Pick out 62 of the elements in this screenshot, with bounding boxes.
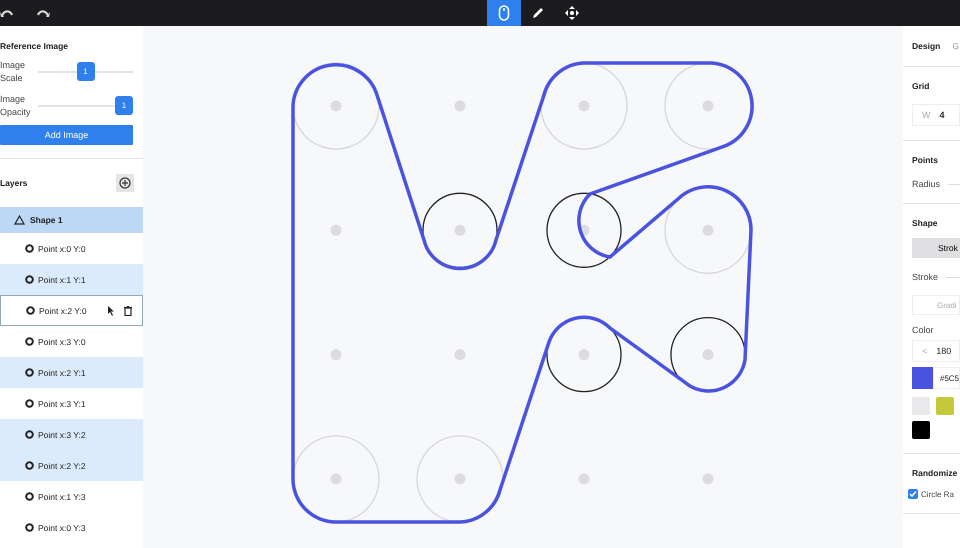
point-icon (25, 523, 34, 532)
slider-track[interactable]: 1 (38, 62, 133, 82)
width-field[interactable]: W 4 (912, 104, 960, 126)
point-circle[interactable] (422, 192, 498, 268)
stroke-mode-button[interactable]: Strok (912, 238, 960, 258)
panel-tab[interactable]: Design (912, 41, 940, 51)
triangle-icon (14, 215, 25, 225)
point-icon (25, 492, 34, 501)
slider-thumb[interactable]: 1 (115, 96, 133, 115)
slider-thumb[interactable]: 1 (76, 62, 94, 81)
angle-field[interactable]: < 180 (912, 340, 960, 362)
layer-item[interactable]: Point x:2 Y:0 (0, 295, 143, 326)
radius-label: Radius (912, 179, 940, 189)
slider-label: Image Scale (0, 59, 26, 85)
layer-item[interactable]: Point x:0 Y:3 (0, 512, 143, 543)
layer-item[interactable]: Point x:2 Y:1 (0, 357, 143, 388)
add-layer-button[interactable] (116, 174, 134, 192)
trash-icon[interactable] (124, 306, 132, 316)
point-icon (25, 244, 34, 253)
point-icon (25, 337, 34, 346)
section-title: Layers (0, 178, 28, 188)
preset-swatch[interactable] (936, 397, 954, 415)
layer-item[interactable]: Point x:1 Y:3 (0, 481, 143, 512)
slider-label: Image Opacity (0, 93, 32, 119)
point-icon (26, 306, 35, 315)
point-icon (25, 399, 34, 408)
move-icon (565, 6, 579, 20)
section-title: Reference Image (0, 41, 70, 51)
section-title: Points (912, 155, 939, 165)
redo-icon[interactable] (36, 8, 50, 18)
point-icon (25, 368, 34, 377)
checkbox[interactable] (908, 489, 918, 499)
add-icon (119, 177, 131, 189)
layer-item[interactable]: Shape 1 (0, 207, 143, 233)
point-icon (25, 275, 34, 284)
point-circle[interactable] (546, 192, 622, 268)
point-icon (25, 461, 34, 470)
pencil-icon (531, 6, 545, 20)
layer-item[interactable]: Point x:3 Y:2 (0, 419, 143, 450)
cursor-icon (108, 306, 115, 316)
section-title: Shape (912, 218, 939, 228)
layer-item[interactable]: Point x:0 Y:0 (0, 233, 143, 264)
layer-item[interactable]: Point x:1 Y:1 (0, 264, 143, 295)
layer-item[interactable]: Point x:2 Y:2 (0, 450, 143, 481)
section-title: Randomize (912, 468, 958, 478)
slider-track[interactable]: 1 (38, 96, 133, 116)
preset-swatch[interactable] (912, 421, 930, 439)
color-swatch[interactable] (912, 367, 933, 389)
checkbox-label: Circle Ra (921, 490, 954, 498)
grid-point[interactable] (578, 224, 590, 236)
layer-item[interactable]: Point x:3 Y:1 (0, 388, 143, 419)
color-label: Color (912, 325, 935, 335)
point-icon (25, 430, 34, 439)
layer-item[interactable]: Point x:3 Y:0 (0, 326, 143, 357)
mouse-icon (498, 5, 510, 21)
stroke-label: Stroke (912, 272, 938, 282)
undo-icon[interactable] (0, 8, 14, 18)
section-title: Grid (912, 81, 930, 91)
mouse-tool-button[interactable] (487, 0, 521, 26)
shape-outline[interactable] (291, 61, 754, 524)
hex-field[interactable]: #5C5 (932, 367, 960, 389)
add-image-button[interactable]: Add Image (0, 125, 133, 145)
